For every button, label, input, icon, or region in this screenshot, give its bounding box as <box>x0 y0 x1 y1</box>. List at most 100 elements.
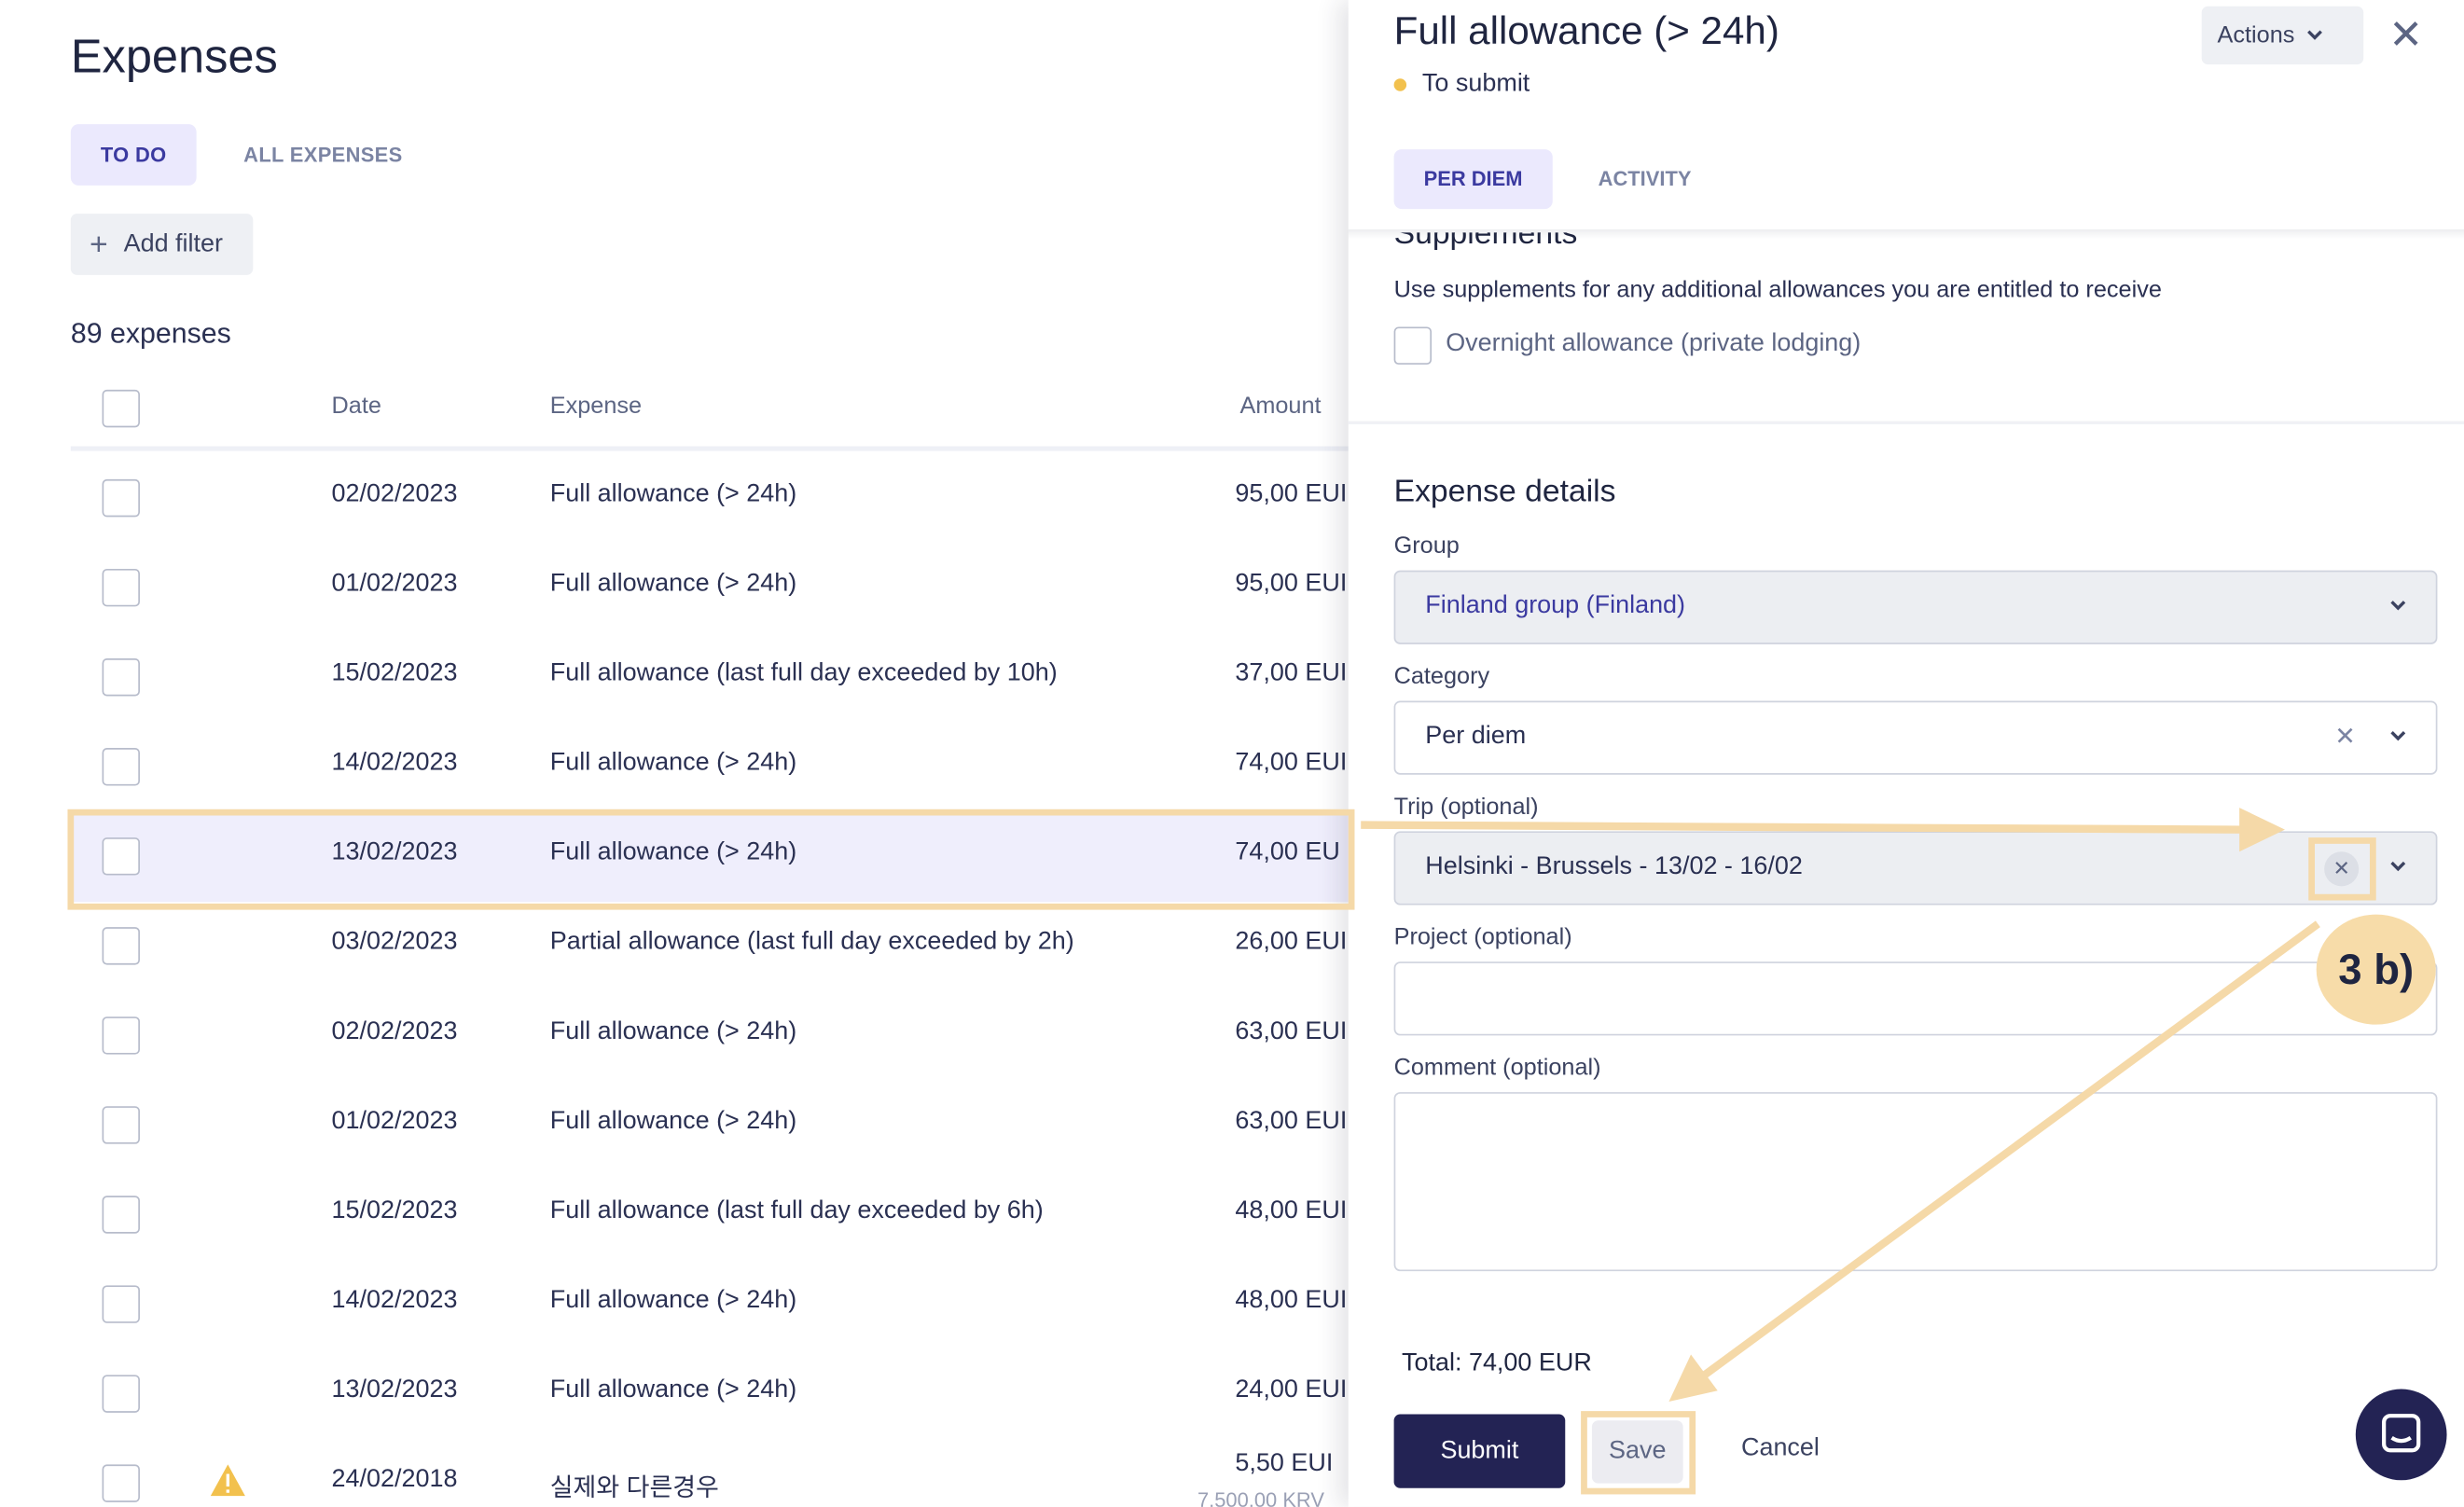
row-date: 14/02/2023 <box>331 749 458 777</box>
row-checkbox[interactable] <box>102 1016 140 1055</box>
table-row[interactable]: 01/02/2023 Full allowance (> 24h) 63,00 … <box>71 1081 1351 1170</box>
row-expense: Partial allowance (last full day exceede… <box>549 928 1074 956</box>
annotation-highlight-clear <box>2308 837 2376 901</box>
comment-label: Comment (optional) <box>1393 1054 1601 1082</box>
actions-label: Actions <box>2217 21 2295 49</box>
row-checkbox[interactable] <box>102 927 140 965</box>
row-date: 24/02/2018 <box>331 1466 458 1493</box>
row-expense: Full allowance (> 24h) <box>549 749 797 777</box>
row-amount: 63,00 EUI <box>1235 1017 1348 1045</box>
row-amount: 95,00 EUI <box>1235 480 1348 508</box>
row-expense: Full allowance (> 24h) <box>549 1287 797 1314</box>
table-row[interactable]: 14/02/2023 Full allowance (> 24h) 74,00 … <box>71 723 1351 812</box>
row-expense: Full allowance (last full day exceeded b… <box>549 1196 1044 1224</box>
table-row[interactable]: 01/02/2023 Full allowance (> 24h) 95,00 … <box>71 544 1351 633</box>
total-amount: Total: 74,00 EUR <box>1402 1349 1592 1377</box>
status-label: To submit <box>1421 70 1530 98</box>
row-expense: Full allowance (> 24h) <box>549 480 797 508</box>
category-label: Category <box>1393 663 1490 690</box>
row-amount: 37,00 EUI <box>1235 659 1348 687</box>
column-header-expense[interactable]: Expense <box>550 393 642 420</box>
tab-per-diem[interactable]: PER DIEM <box>1393 149 1553 210</box>
tab-all-expenses[interactable]: ALL EXPENSES <box>214 124 432 186</box>
row-checkbox[interactable] <box>102 1285 140 1323</box>
row-amount: 26,00 EUI <box>1235 928 1348 956</box>
comment-textarea[interactable] <box>1393 1092 2438 1272</box>
row-checkbox[interactable] <box>102 568 140 607</box>
row-expense: Full allowance (last full day exceeded b… <box>549 659 1058 687</box>
header-divider <box>70 446 1352 451</box>
row-expense: 실제와 다른경우 <box>549 1475 719 1502</box>
group-value: Finland group (Finland) <box>1425 592 1686 619</box>
category-value: Per diem <box>1425 723 1527 750</box>
table-row[interactable]: 15/02/2023 Full allowance (last full day… <box>71 633 1351 723</box>
clear-icon[interactable]: ✕ <box>2334 721 2356 753</box>
trip-select[interactable]: Helsinki - Brussels - 13/02 - 16/02 ✕ <box>1393 831 2438 906</box>
add-filter-label: Add filter <box>123 229 223 257</box>
trip-value: Helsinki - Brussels - 13/02 - 16/02 <box>1425 852 1803 880</box>
supplements-help: Use supplements for any additional allow… <box>1393 276 2162 304</box>
chevron-down-icon <box>2390 731 2406 741</box>
row-expense: Full allowance (> 24h) <box>549 1107 797 1135</box>
chat-launcher-button[interactable] <box>2355 1389 2447 1481</box>
select-all-checkbox[interactable] <box>102 389 140 428</box>
table-row[interactable]: 13/02/2023 Full allowance (> 24h) 24,00 … <box>71 1349 1351 1439</box>
row-amount: 74,00 EUI <box>1235 749 1348 777</box>
row-expense: Full allowance (> 24h) <box>549 1017 797 1045</box>
table-row[interactable]: 24/02/2018 실제와 다른경우 5,50 EUI 7.500,00 KR… <box>71 1439 1351 1507</box>
row-date: 13/02/2023 <box>331 1376 458 1403</box>
cancel-button[interactable]: Cancel <box>1741 1434 1820 1462</box>
row-checkbox[interactable] <box>102 1196 140 1234</box>
row-checkbox[interactable] <box>102 478 140 518</box>
table-row[interactable]: 03/02/2023 Partial allowance (last full … <box>71 902 1351 991</box>
submit-button[interactable]: Submit <box>1393 1414 1566 1488</box>
close-icon[interactable]: ✕ <box>2388 12 2423 56</box>
row-expense: Full allowance (> 24h) <box>549 570 797 598</box>
project-label: Project (optional) <box>1393 923 1572 951</box>
project-select[interactable] <box>1393 961 2438 1036</box>
category-select[interactable]: Per diem ✕ <box>1393 700 2438 775</box>
column-header-amount[interactable]: Amount <box>1239 393 1321 420</box>
row-date: 03/02/2023 <box>331 928 458 956</box>
column-header-date[interactable]: Date <box>332 393 381 420</box>
row-original-amount: 7.500,00 KRV <box>1197 1487 1324 1507</box>
row-amount: 63,00 EUI <box>1235 1107 1348 1135</box>
row-amount: 24,00 EUI <box>1235 1376 1348 1403</box>
table-row[interactable]: 15/02/2023 Full allowance (last full day… <box>71 1170 1351 1260</box>
table-row[interactable]: 14/02/2023 Full allowance (> 24h) 48,00 … <box>71 1260 1351 1349</box>
row-expense: Full allowance (> 24h) <box>549 1376 797 1403</box>
row-checkbox[interactable] <box>102 1464 140 1502</box>
row-date: 01/02/2023 <box>331 1107 458 1135</box>
annotation-highlight-save <box>1581 1411 1696 1495</box>
row-amount: 5,50 EUI <box>1235 1450 1334 1477</box>
overnight-allowance-label[interactable]: Overnight allowance (private lodging) <box>1446 330 1861 358</box>
actions-dropdown[interactable]: Actions <box>2201 6 2364 65</box>
expense-count: 89 expenses <box>70 317 231 350</box>
annotation-step-badge: 3 b) <box>2316 914 2436 1025</box>
status-dot <box>1393 78 1407 91</box>
row-amount: 95,00 EUI <box>1235 570 1348 598</box>
table-row[interactable]: 02/02/2023 Full allowance (> 24h) 95,00 … <box>71 454 1351 544</box>
tab-activity[interactable]: ACTIVITY <box>1569 149 1722 209</box>
page-title: Expenses <box>70 31 278 84</box>
tabs-shadow <box>1348 229 2464 240</box>
warning-icon <box>210 1464 245 1497</box>
row-amount: 48,00 EUI <box>1235 1196 1348 1224</box>
group-select[interactable]: Finland group (Finland) <box>1393 570 2438 644</box>
tab-to-do[interactable]: TO DO <box>70 124 197 186</box>
row-date: 02/02/2023 <box>331 480 458 508</box>
section-divider <box>1348 421 2464 424</box>
table-row[interactable]: 02/02/2023 Full allowance (> 24h) 63,00 … <box>71 991 1351 1081</box>
chevron-down-icon <box>2390 601 2406 611</box>
app-stage: Expenses TO DO ALL EXPENSES + Add filter… <box>0 0 2464 1507</box>
add-filter-button[interactable]: + Add filter <box>70 214 254 275</box>
row-date: 02/02/2023 <box>331 1017 458 1045</box>
row-date: 15/02/2023 <box>331 1196 458 1224</box>
row-checkbox[interactable] <box>102 658 140 697</box>
row-checkbox[interactable] <box>102 748 140 786</box>
row-checkbox[interactable] <box>102 1375 140 1413</box>
row-checkbox[interactable] <box>102 1106 140 1144</box>
overnight-allowance-checkbox[interactable] <box>1393 326 1433 365</box>
chat-icon <box>2382 1414 2421 1453</box>
row-date: 14/02/2023 <box>331 1287 458 1314</box>
